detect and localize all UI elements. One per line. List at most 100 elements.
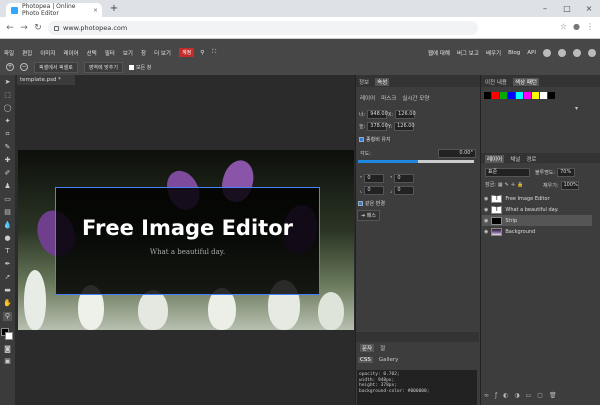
- quick-mask-icon[interactable]: ◙: [3, 345, 12, 354]
- twitter-icon[interactable]: [573, 48, 581, 57]
- canvas-title-text[interactable]: Free Image Editor: [55, 216, 320, 240]
- pixel-to-pixel-button[interactable]: 픽셀에서 픽셀로: [34, 61, 78, 73]
- menu-api[interactable]: API: [527, 50, 536, 56]
- background-color-swatch[interactable]: [5, 332, 13, 340]
- path-button[interactable]: ➜ 패스: [357, 210, 380, 221]
- move-tool-icon[interactable]: ➤: [3, 78, 12, 87]
- angle-input[interactable]: 0.00°: [438, 149, 476, 158]
- hand-tool-icon[interactable]: ✋: [3, 299, 12, 308]
- menu-more[interactable]: 더 보기: [154, 49, 171, 57]
- visibility-eye-icon[interactable]: ◉: [484, 218, 488, 224]
- link-layers-icon[interactable]: ∞: [484, 392, 489, 399]
- menu-about[interactable]: 웹에 대해: [428, 49, 450, 57]
- maximize-icon[interactable]: □: [556, 0, 578, 17]
- swatch[interactable]: [532, 92, 539, 99]
- opacity-input[interactable]: 70%: [557, 168, 576, 177]
- swatch[interactable]: [524, 92, 531, 99]
- css-output[interactable]: opacity: 0.702; width: 948px; height: 37…: [357, 370, 477, 405]
- swatch[interactable]: [500, 92, 507, 99]
- tab-info[interactable]: 정보: [359, 78, 369, 86]
- lock-paint-icon[interactable]: ✎: [505, 182, 509, 188]
- layer-effects-icon[interactable]: ƒ: [495, 392, 497, 399]
- menu-file[interactable]: 파일: [4, 49, 14, 57]
- clone-stamp-icon[interactable]: ♟: [3, 182, 12, 191]
- search-icon[interactable]: ⚲: [200, 50, 204, 56]
- lock-transparency-icon[interactable]: ▦: [498, 182, 503, 188]
- zoom-in-icon[interactable]: +: [6, 63, 14, 71]
- layer-row[interactable]: ◉ T What a beautiful day.: [482, 204, 592, 215]
- lock-all-icon[interactable]: 🔒: [517, 182, 523, 188]
- zoom-tool-icon[interactable]: ⚲: [3, 312, 12, 321]
- fill-input[interactable]: 100%: [560, 181, 579, 190]
- tab-layers[interactable]: 레이어: [485, 155, 505, 163]
- menu-edit[interactable]: 편집: [22, 49, 32, 57]
- menu-filter[interactable]: 필터: [105, 49, 115, 57]
- path-select-icon[interactable]: ➚: [3, 273, 12, 282]
- new-group-icon[interactable]: ▭: [526, 392, 532, 399]
- corner-tl-input[interactable]: 0: [364, 174, 385, 183]
- url-field[interactable]: www.photopea.com: [48, 21, 478, 35]
- blend-mode-select[interactable]: 표준: [485, 168, 530, 177]
- tab-gallery[interactable]: Gallery: [379, 357, 399, 363]
- visibility-eye-icon[interactable]: ◉: [484, 196, 488, 202]
- reddit-icon[interactable]: [543, 48, 551, 57]
- screen-mode-icon[interactable]: ▣: [3, 357, 12, 366]
- layer-row[interactable]: ◉ T Free Image Editor: [482, 193, 592, 204]
- fit-area-button[interactable]: 영역에 맞추기: [83, 61, 123, 73]
- facebook-icon[interactable]: [588, 48, 596, 57]
- type-tool-icon[interactable]: T: [3, 247, 12, 256]
- adjustment-layer-icon[interactable]: ◑: [514, 392, 519, 399]
- menu-layer[interactable]: 레이어: [63, 49, 78, 57]
- subtab-layer[interactable]: 레이어: [360, 94, 375, 102]
- minimize-icon[interactable]: –: [534, 0, 556, 17]
- swatch[interactable]: [540, 92, 547, 99]
- subtab-mask[interactable]: 마스크: [381, 94, 396, 102]
- strip-layer-rectangle[interactable]: [55, 187, 320, 295]
- corner-bl-input[interactable]: 0: [364, 186, 385, 195]
- all-windows-checkbox[interactable]: 모든 창: [129, 64, 151, 71]
- gradient-tool-icon[interactable]: ▤: [3, 208, 12, 217]
- fullscreen-icon[interactable]: ⛶: [212, 49, 216, 56]
- tab-character[interactable]: 문자: [360, 344, 375, 352]
- tab-close-icon[interactable]: ×: [93, 7, 98, 14]
- lock-move-icon[interactable]: ✛: [511, 182, 515, 188]
- back-icon[interactable]: ←: [4, 22, 16, 34]
- browser-tab[interactable]: Photopea | Online Photo Editor ×: [6, 3, 102, 17]
- reload-icon[interactable]: ↻: [32, 22, 44, 34]
- blur-tool-icon[interactable]: 💧: [3, 221, 12, 230]
- pen-tool-icon[interactable]: ✒: [3, 260, 12, 269]
- swatch-menu-icon[interactable]: ▾: [575, 105, 578, 112]
- tab-swatches[interactable]: 색상 패턴: [513, 78, 539, 86]
- browser-menu-icon[interactable]: ⋮: [586, 22, 594, 31]
- tab-paths[interactable]: 경로: [526, 155, 536, 163]
- keep-ratio-checkbox[interactable]: 종횡비 유지: [359, 136, 391, 143]
- same-radius-checkbox[interactable]: 같은 반경: [358, 200, 385, 207]
- corner-tr-input[interactable]: 0: [394, 174, 415, 183]
- canvas-subtitle-text[interactable]: What a beautiful day.: [55, 248, 320, 256]
- layer-row[interactable]: ◉ Background: [482, 226, 592, 237]
- menu-image[interactable]: 이미지: [40, 49, 55, 57]
- tab-properties[interactable]: 속성: [375, 78, 390, 86]
- layer-mask-icon[interactable]: ◐: [503, 392, 508, 399]
- visibility-eye-icon[interactable]: ◉: [484, 229, 488, 235]
- menu-learn[interactable]: 배우기: [486, 49, 501, 57]
- eraser-icon[interactable]: ▭: [3, 195, 12, 204]
- corner-br-input[interactable]: 0: [394, 186, 415, 195]
- account-button[interactable]: 계정: [179, 48, 195, 57]
- magic-wand-icon[interactable]: ✦: [3, 117, 12, 126]
- menu-select[interactable]: 선택: [87, 49, 97, 57]
- tab-css[interactable]: CSS: [358, 357, 373, 363]
- marquee-tool-icon[interactable]: ⬚: [3, 91, 12, 100]
- forward-icon[interactable]: →: [18, 22, 30, 34]
- new-layer-icon[interactable]: ▢: [537, 392, 543, 399]
- github-icon[interactable]: [558, 48, 566, 57]
- eyedropper-icon[interactable]: ✎: [3, 143, 12, 152]
- swatch[interactable]: [516, 92, 523, 99]
- menu-window[interactable]: 창: [141, 49, 146, 57]
- y-input[interactable]: 126.00: [394, 122, 415, 131]
- document-tab[interactable]: template.psd *: [17, 75, 75, 85]
- layer-row[interactable]: ◉ Strip: [482, 215, 592, 226]
- brush-tool-icon[interactable]: ✐: [3, 169, 12, 178]
- profile-icon[interactable]: ●: [573, 22, 580, 31]
- swatch[interactable]: [492, 92, 499, 99]
